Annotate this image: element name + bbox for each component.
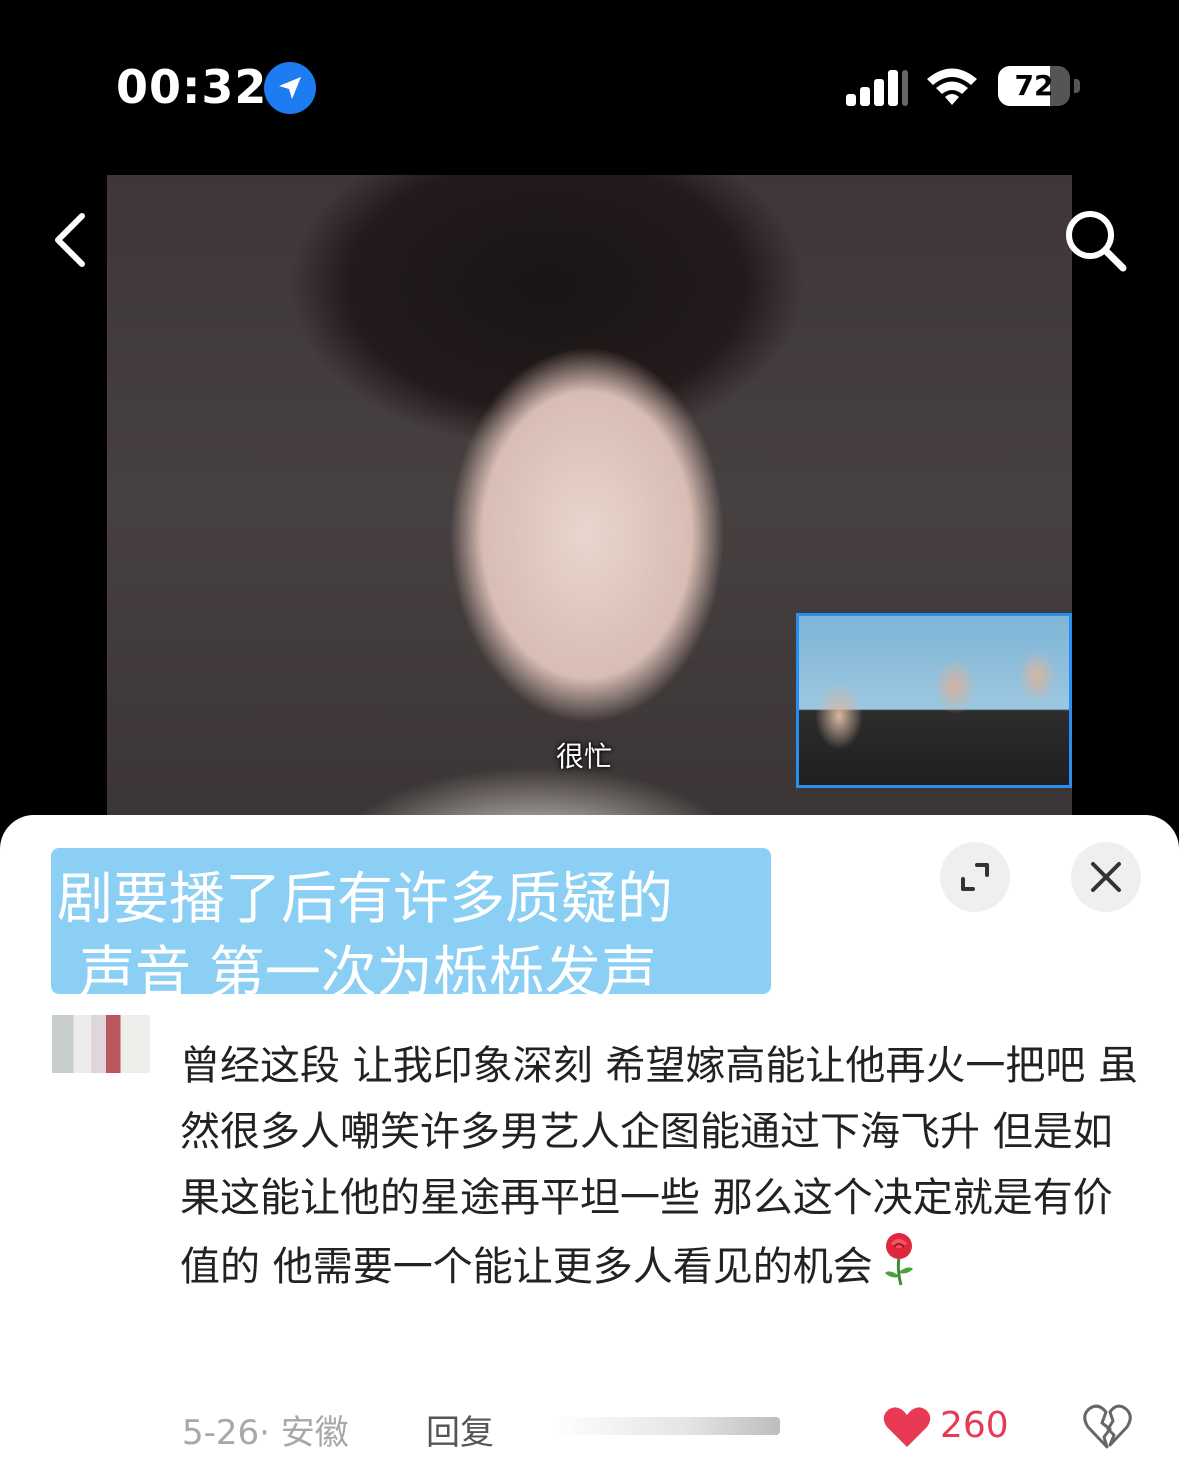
comment-meta: 5-26· 安徽 回复 260 xyxy=(182,1404,1142,1453)
status-bar: 00:32 72 xyxy=(0,0,1179,175)
close-button[interactable] xyxy=(1071,842,1141,912)
reply-button[interactable]: 回复 xyxy=(426,1405,494,1454)
title-line-1: 剧要播了后有许多质疑的 xyxy=(57,867,673,932)
comment-date-location: 5-26· 安徽 xyxy=(182,1413,349,1453)
comment-body: 曾经这段 让我印象深刻 希望嫁高能让他再火一把吧 虽然很多人嘲笑许多男艺人企图能… xyxy=(180,1033,1140,1307)
status-time: 00:32 xyxy=(116,60,268,114)
search-icon[interactable] xyxy=(1060,205,1130,275)
highlighted-title: 剧要播了后有许多质疑的 声音 第一次为栎栎发声 xyxy=(51,848,771,1006)
location-arrow-icon xyxy=(264,62,316,114)
rose-emoji-icon xyxy=(879,1231,919,1307)
redacted-bar xyxy=(552,1417,780,1435)
title-line-2: 声音 第一次为栎栎发声 xyxy=(79,941,657,1006)
wifi-icon xyxy=(925,66,979,106)
avatar[interactable] xyxy=(52,1015,150,1073)
comment-text: 曾经这段 让我印象深刻 希望嫁高能让他再火一把吧 虽然很多人嘲笑许多男艺人企图能… xyxy=(180,1043,1139,1290)
comment-panel: 剧要播了后有许多质疑的 声音 第一次为栎栎发声 曾经这段 让我印象深刻 希望嫁高… xyxy=(0,815,1179,1484)
battery-percent: 72 xyxy=(1014,69,1054,102)
video-frame[interactable]: 很忙 xyxy=(107,175,1072,825)
close-icon xyxy=(1091,862,1121,892)
battery-cap xyxy=(1074,79,1080,93)
battery-icon: 72 xyxy=(998,66,1082,108)
video-subtitle: 很忙 xyxy=(556,740,613,773)
broken-heart-icon[interactable] xyxy=(1082,1401,1132,1451)
chevron-left-icon[interactable] xyxy=(50,210,90,270)
heart-icon[interactable] xyxy=(882,1405,932,1449)
cellular-signal-icon xyxy=(846,70,908,106)
like-count: 260 xyxy=(940,1405,1009,1446)
video-area[interactable]: 很忙 xyxy=(0,175,1179,825)
expand-button[interactable] xyxy=(940,842,1010,912)
picture-in-picture-inset xyxy=(796,613,1072,788)
expand-icon xyxy=(961,863,989,891)
